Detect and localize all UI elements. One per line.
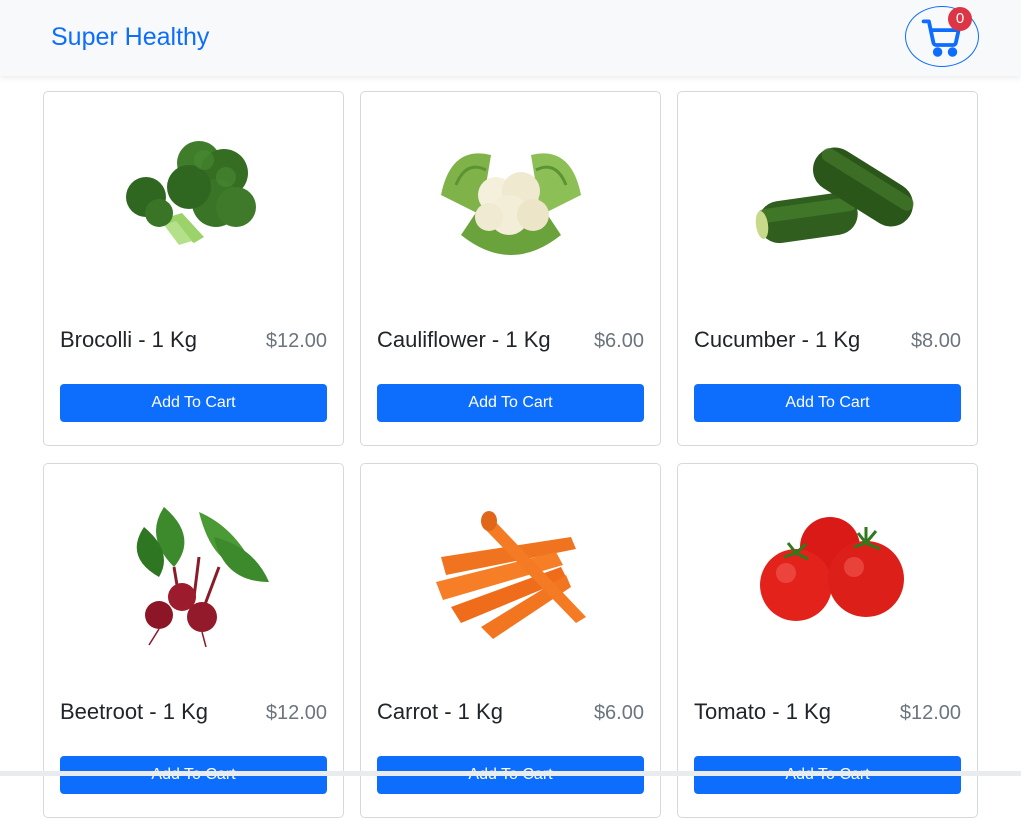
product-grid: Brocolli - 1 Kg $12.00 Add To Cart Cauli… [43,91,979,818]
horizontal-scrollbar[interactable] [0,771,1021,776]
cart-button[interactable]: 0 [905,6,979,67]
product-card: Tomato - 1 Kg $12.00 Add To Cart [677,463,978,818]
navbar: Super Healthy 0 [0,0,1021,76]
product-name: Carrot - 1 Kg [377,699,503,724]
product-image [678,464,977,679]
product-image [361,92,660,307]
product-card: Beetroot - 1 Kg $12.00 Add To Cart [43,463,344,818]
product-name: Beetroot - 1 Kg [60,699,208,724]
product-card: Cucumber - 1 Kg $8.00 Add To Cart [677,91,978,446]
product-price: $12.00 [265,330,327,352]
product-name: Cucumber - 1 Kg [694,327,861,352]
add-to-cart-button[interactable]: Add To Cart [694,384,961,422]
cart-count-badge: 0 [948,7,972,31]
add-to-cart-button[interactable]: Add To Cart [60,384,327,422]
brand-link[interactable]: Super Healthy [51,22,209,52]
product-image [44,464,343,679]
product-card: Cauliflower - 1 Kg $6.00 Add To Cart [360,91,661,446]
product-name: Tomato - 1 Kg [694,699,831,724]
product-price: $12.00 [899,702,961,724]
product-price: $6.00 [593,702,644,724]
cauliflower-icon [440,152,581,255]
product-image [361,464,660,679]
carrot-icon [435,510,586,639]
product-price: $12.00 [265,702,327,724]
broccoli-icon [125,140,256,245]
product-image [678,92,977,307]
beetroot-icon [136,506,269,647]
cucumber-icon [755,147,914,243]
add-to-cart-button[interactable]: Add To Cart [377,384,644,422]
product-price: $6.00 [593,330,644,352]
product-name: Cauliflower - 1 Kg [377,327,551,352]
product-card: Carrot - 1 Kg $6.00 Add To Cart [360,463,661,818]
product-name: Brocolli - 1 Kg [60,327,197,352]
product-card: Brocolli - 1 Kg $12.00 Add To Cart [43,91,344,446]
tomato-icon [759,516,904,621]
product-image [44,92,343,307]
product-price: $8.00 [910,330,961,352]
